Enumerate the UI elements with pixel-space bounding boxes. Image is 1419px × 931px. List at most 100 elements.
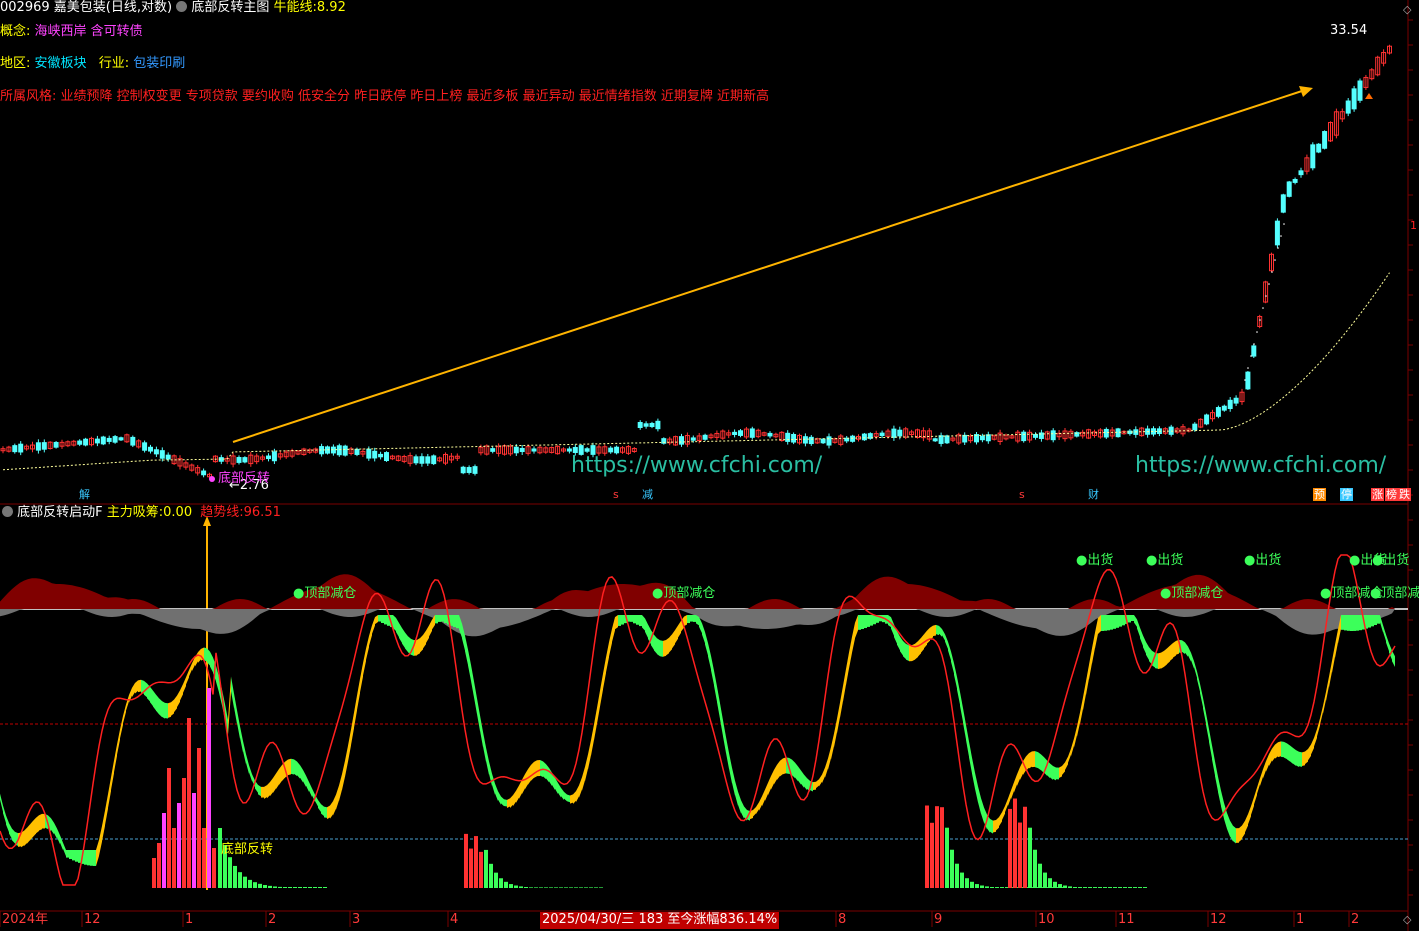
scroll-down-icon[interactable]: ◇ — [1403, 912, 1411, 928]
event-marker[interactable]: 涨 — [1371, 488, 1384, 501]
oscillator-band — [765, 782, 768, 801]
oscillator-band — [96, 840, 99, 866]
oscillator-band — [657, 638, 660, 657]
signal-label: ●出货 — [1372, 553, 1410, 568]
volume-bar — [1013, 798, 1017, 888]
oscillator-band — [1266, 754, 1269, 772]
volume-bar — [182, 778, 186, 888]
dropdown-icon[interactable] — [2, 506, 13, 517]
oscillator-band — [309, 781, 312, 797]
oscillator-band — [183, 677, 186, 693]
style-row: 所属风格: 业绩预降 控制权变更 专项贷款 要约收购 低安全分 昨日跌停 昨日上… — [0, 89, 769, 105]
projection-dot — [1274, 259, 1276, 261]
time-axis-label: 1 — [185, 912, 194, 927]
event-marker[interactable]: 财 — [1087, 488, 1100, 501]
signal-label: ●顶部减仓 — [293, 586, 357, 601]
oscillator-band — [1230, 820, 1233, 842]
oscillator-band — [705, 632, 708, 656]
candle-body — [1251, 345, 1257, 357]
candle-body — [1322, 131, 1328, 149]
volume-bar — [584, 887, 588, 888]
oscillator-band — [924, 630, 927, 649]
oscillator-band — [1374, 615, 1377, 626]
oscillator-band — [594, 707, 597, 741]
industry-value: 包装印刷 — [133, 56, 186, 71]
volume-bar — [544, 887, 548, 888]
event-marker[interactable]: 预 — [1313, 488, 1326, 501]
oscillator-band — [951, 651, 954, 674]
oscillator-band — [420, 634, 423, 653]
candle-body — [944, 435, 950, 444]
candle-body — [820, 438, 826, 444]
style-label: 所属风格: — [0, 89, 57, 104]
candle-body — [649, 422, 655, 428]
oscillator-band — [636, 615, 639, 625]
candle-body — [118, 437, 124, 441]
oscillator-band — [828, 746, 831, 770]
candle-body — [655, 420, 661, 430]
volume-bar — [1123, 887, 1127, 888]
oscillator-band — [738, 791, 741, 814]
oscillator-band — [123, 704, 126, 724]
volume-bar — [569, 887, 573, 888]
volume-bar — [152, 858, 156, 888]
signal-label: ●顶部减仓 — [1370, 586, 1419, 601]
oscillator-band — [1335, 629, 1338, 658]
candle-body — [938, 435, 944, 444]
event-marker[interactable]: 跌 — [1398, 488, 1411, 501]
candle-body — [985, 434, 991, 442]
oscillator-band — [606, 642, 609, 673]
oscillator-band — [1026, 753, 1029, 771]
oscillator-band — [948, 641, 951, 661]
volume-bar — [202, 828, 206, 888]
oscillator-band — [1371, 615, 1374, 627]
oscillator-band — [1110, 615, 1113, 630]
trend-arrow-line — [232, 89, 1306, 443]
oscillator-band — [1254, 787, 1257, 805]
volume-bar — [293, 887, 297, 888]
up-marker — [1365, 93, 1373, 99]
region-label: 地区: — [0, 56, 31, 71]
candle-body — [472, 466, 478, 474]
oscillator-band — [324, 806, 327, 818]
oscillator-band — [777, 760, 780, 780]
indicator-bottom-signal: 底部反转 — [221, 842, 274, 857]
event-marker[interactable]: s — [612, 488, 620, 501]
oscillator-band — [591, 724, 594, 756]
event-marker[interactable]: 榜 — [1385, 488, 1398, 501]
oscillator-band — [1119, 615, 1122, 627]
candle-body — [1227, 399, 1233, 410]
oscillator-band — [87, 850, 90, 866]
event-marker[interactable]: 解 — [78, 488, 91, 501]
oscillator-band — [60, 835, 63, 851]
oscillator-band — [1050, 763, 1053, 780]
event-marker[interactable]: 停 — [1340, 488, 1353, 501]
candle-body — [584, 448, 590, 452]
volume-bar — [298, 887, 302, 888]
oscillator-band — [291, 758, 294, 775]
candle-body — [1245, 371, 1251, 390]
candle-body — [932, 438, 938, 442]
oscillator-band — [429, 619, 432, 637]
candle-body — [53, 441, 59, 448]
candle-body — [466, 467, 472, 473]
oscillator-band — [1086, 664, 1089, 696]
event-marker[interactable]: s — [1018, 488, 1026, 501]
volume-bar — [1098, 887, 1102, 888]
oscillator-band — [267, 782, 270, 799]
oscillator-band — [114, 744, 117, 773]
oscillator-band — [1107, 615, 1110, 631]
volume-bar — [207, 688, 211, 888]
dropdown-icon[interactable] — [176, 1, 188, 12]
oscillator-band — [177, 690, 180, 708]
oscillator-band — [1326, 676, 1329, 702]
candle-body — [41, 442, 47, 450]
volume-bar — [228, 857, 232, 888]
volume-bar — [278, 886, 282, 888]
scroll-up-icon[interactable]: ◇ — [1403, 2, 1411, 18]
oscillator-band — [1350, 615, 1353, 631]
oscillator-band — [381, 615, 384, 623]
event-marker[interactable]: 减 — [641, 488, 654, 501]
oscillator-band — [1098, 615, 1101, 634]
oscillator-band — [903, 641, 906, 660]
